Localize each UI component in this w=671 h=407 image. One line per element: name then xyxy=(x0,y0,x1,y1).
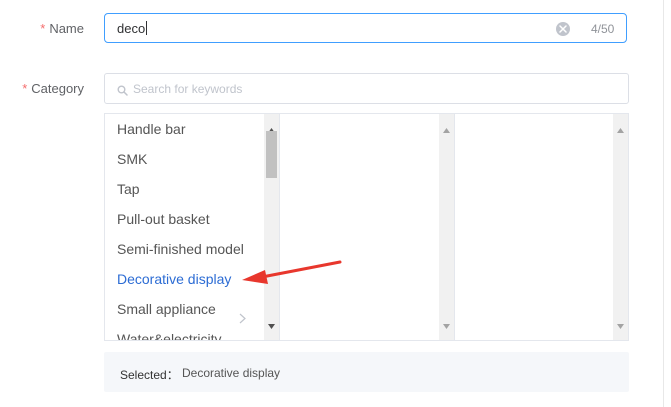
required-mark: * xyxy=(40,21,46,36)
cascader-item-small-appliance[interactable]: Small appliance xyxy=(105,294,279,324)
cascader-column-1: Handle bar SMK Tap Pull-out basket Semi-… xyxy=(105,114,280,340)
scrollbar-thumb[interactable] xyxy=(266,131,277,178)
category-label-text: Category xyxy=(31,81,84,96)
cascader-column-3 xyxy=(455,114,628,340)
scroll-down-arrow-icon[interactable] xyxy=(443,316,450,334)
category-label: * Category xyxy=(22,81,84,96)
name-input-value[interactable]: deco xyxy=(117,21,148,36)
column-3-scrollbar[interactable] xyxy=(613,114,628,340)
column-2-scrollbar[interactable] xyxy=(439,114,454,340)
name-value-text: deco xyxy=(117,21,146,36)
selected-value: Decorative display xyxy=(182,366,281,380)
clear-icon[interactable] xyxy=(556,22,570,36)
selected-summary: Selected： Decorative display xyxy=(104,352,629,392)
scroll-up-arrow-icon[interactable] xyxy=(617,120,624,138)
cascader-item-label: Handle bar xyxy=(117,121,186,137)
scroll-up-arrow-icon[interactable] xyxy=(443,120,450,138)
chevron-right-icon xyxy=(239,334,246,340)
category-cascader: Handle bar SMK Tap Pull-out basket Semi-… xyxy=(104,113,629,341)
cascader-item-label: Tap xyxy=(117,181,140,197)
cascader-column-2 xyxy=(280,114,455,340)
selected-label: Selected： xyxy=(120,368,179,382)
annotation-arrow-icon xyxy=(242,260,342,284)
search-icon xyxy=(117,83,128,101)
char-counter: 4/50 xyxy=(591,22,615,36)
cascader-item-label: Water&electricity xyxy=(117,331,222,340)
name-label-text: Name xyxy=(49,21,84,36)
cascader-item-label: Decorative display xyxy=(117,271,232,287)
cascader-item-pull-out-basket[interactable]: Pull-out basket xyxy=(105,204,279,234)
cascader-item-label: Small appliance xyxy=(117,301,216,317)
cascader-item-label: Pull-out basket xyxy=(117,211,210,227)
cascader-item-tap[interactable]: Tap xyxy=(105,174,279,204)
category-search-box[interactable] xyxy=(104,73,629,104)
cascader-item-label: SMK xyxy=(117,151,148,167)
cascader-item-smk[interactable]: SMK xyxy=(105,144,279,174)
category-search-input[interactable] xyxy=(133,80,613,98)
window-edge xyxy=(663,0,664,407)
cascader-item-handle-bar[interactable]: Handle bar xyxy=(105,114,279,144)
name-label: * Name xyxy=(40,21,84,36)
name-input[interactable]: deco 4/50 xyxy=(104,13,627,43)
scroll-down-arrow-icon[interactable] xyxy=(268,316,275,334)
text-caret xyxy=(146,21,148,35)
cascader-item-label: Semi-finished model xyxy=(117,241,244,257)
column-1-scrollbar[interactable] xyxy=(264,114,279,340)
scroll-down-arrow-icon[interactable] xyxy=(617,316,624,334)
required-mark: * xyxy=(22,81,28,96)
cascader-item-water-electricity[interactable]: Water&electricity xyxy=(105,324,279,340)
